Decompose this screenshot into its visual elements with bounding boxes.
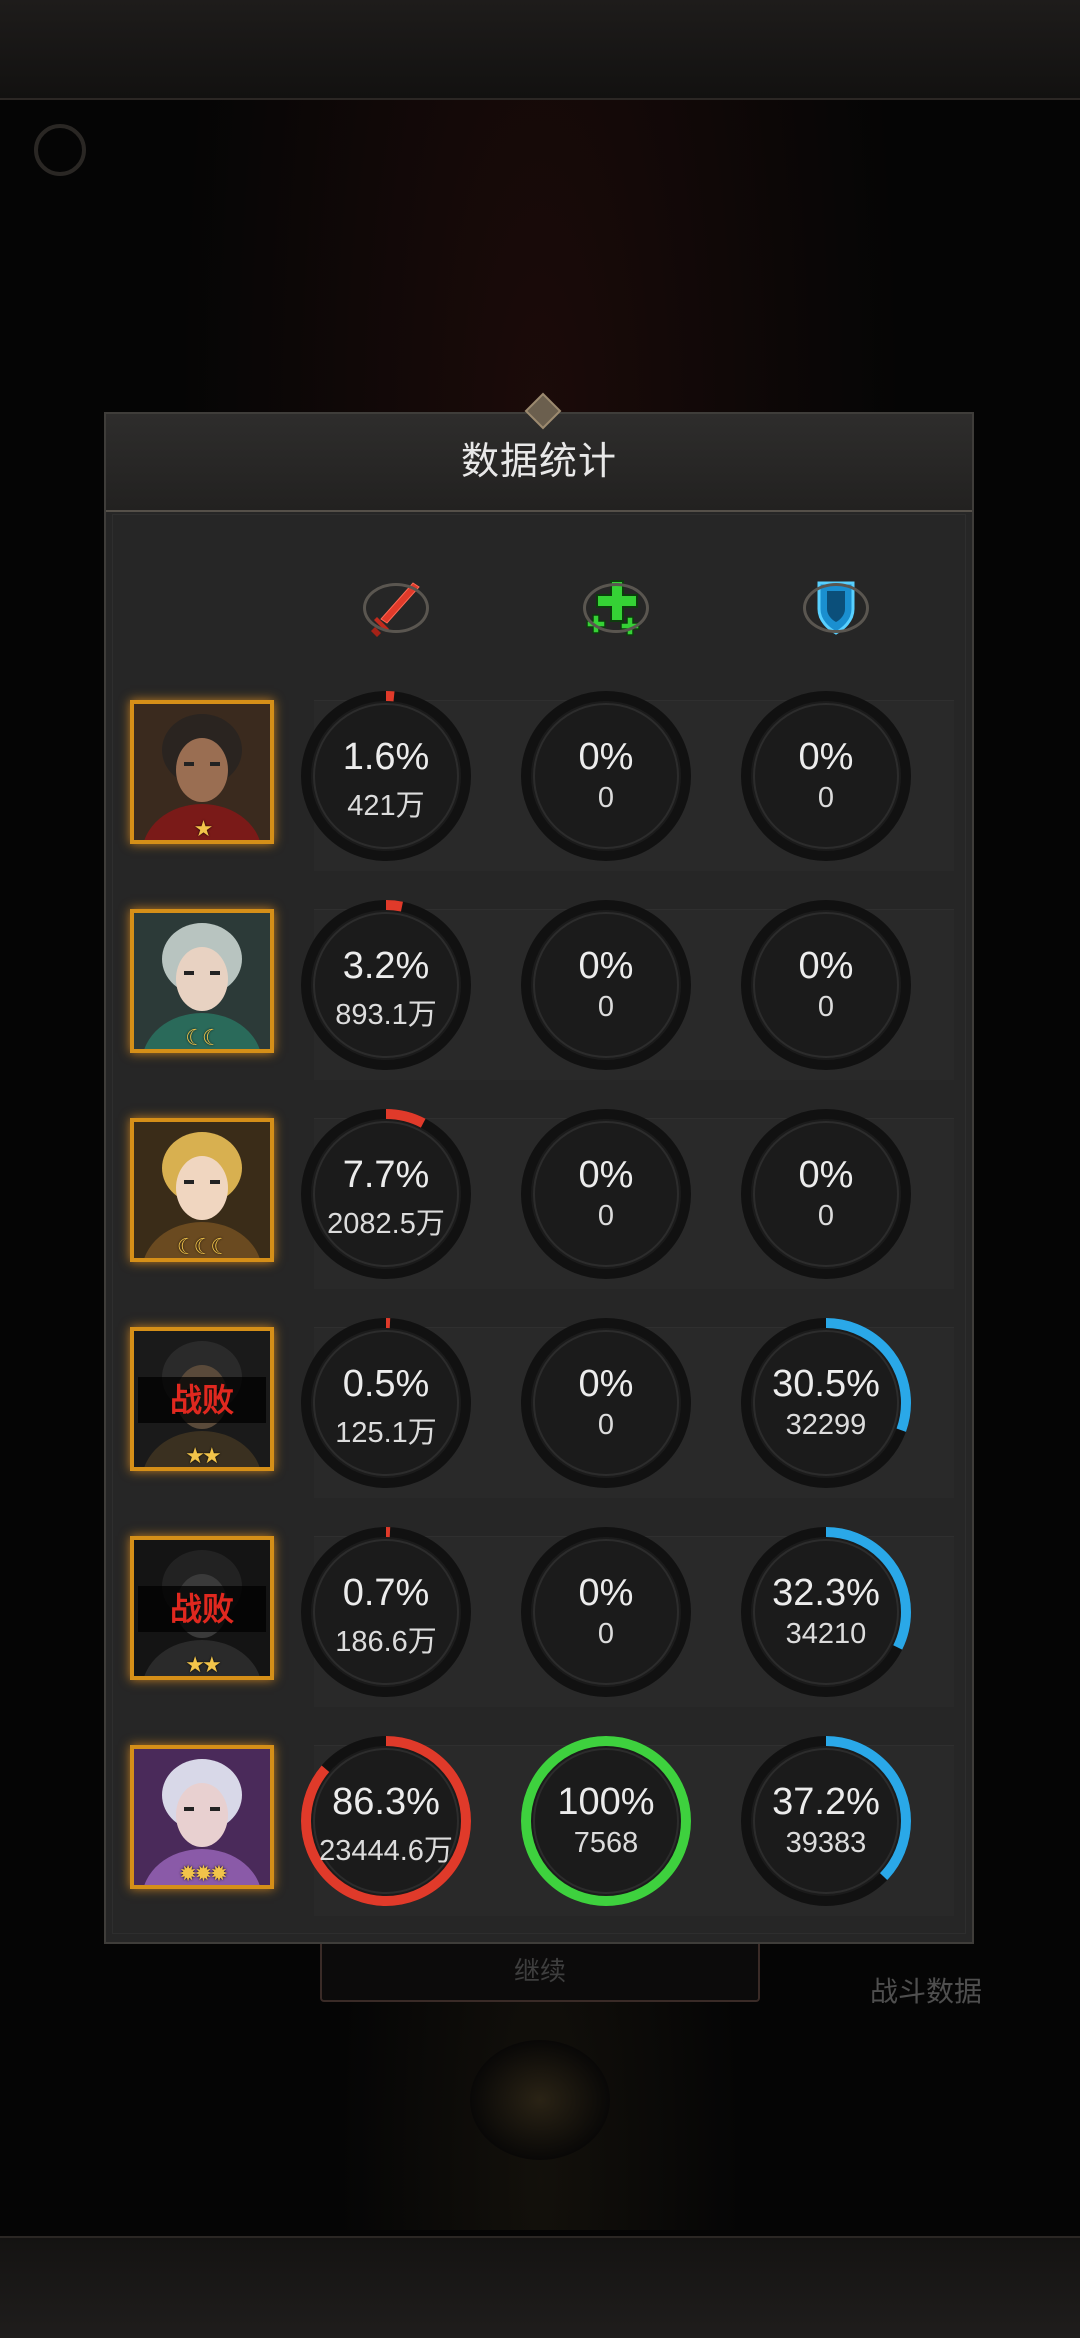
damage-gauge: 7.7% 2082.5万 <box>298 1106 474 1282</box>
hero-avatar[interactable]: ★ <box>130 700 274 844</box>
gauge-percent: 0% <box>578 945 634 987</box>
background-continue-button: 继续 <box>320 1940 760 2002</box>
bottom-ornament-bar <box>0 2236 1080 2338</box>
gauge-percent: 86.3% <box>332 1781 440 1823</box>
hero-row: ★ 1.6% 421万 0% 0 0% 0 <box>104 691 974 890</box>
gauge-value: 32299 <box>785 1409 867 1441</box>
damage-gauge: 0.7% 186.6万 <box>298 1524 474 1700</box>
star-rank-icon: ★★ <box>185 1652 221 1677</box>
hero-avatar[interactable]: ☾☾☾ <box>130 1118 274 1262</box>
gauge-percent: 1.6% <box>342 736 430 778</box>
gauge-value: 893.1万 <box>335 999 437 1031</box>
gauge-value: 7568 <box>573 1827 639 1859</box>
gauge-value: 2082.5万 <box>327 1208 445 1240</box>
tank-gauge: 0% 0 <box>738 897 914 1073</box>
gauge-percent: 7.7% <box>342 1154 430 1196</box>
gauge-value: 421万 <box>347 790 425 822</box>
gauge-value: 0 <box>817 991 835 1023</box>
gauge-value: 125.1万 <box>335 1417 437 1449</box>
hero-avatar[interactable]: ✹✹✹ <box>130 1745 274 1889</box>
star-rank-icon: ☾☾ <box>185 1025 221 1050</box>
gauge-percent: 0.5% <box>342 1363 430 1405</box>
gauge-percent: 0% <box>578 736 634 778</box>
gauge-value: 0 <box>817 1200 835 1232</box>
damage-gauge: 3.2% 893.1万 <box>298 897 474 1073</box>
damage-gauge: 86.3% 23444.6万 <box>298 1733 474 1909</box>
gauge-percent: 30.5% <box>772 1363 880 1405</box>
gauge-percent: 32.3% <box>772 1572 880 1614</box>
heal-gauge: 0% 0 <box>518 688 694 864</box>
gauge-percent: 3.2% <box>342 945 430 987</box>
background-settings-icon <box>34 124 86 176</box>
star-rank-icon: ★ <box>193 816 214 841</box>
gauge-value: 186.6万 <box>335 1626 437 1658</box>
gauge-value: 0 <box>597 1618 615 1650</box>
panel-title: 数据统计 <box>460 441 617 483</box>
tank-gauge: 0% 0 <box>738 688 914 864</box>
gauge-value: 34210 <box>785 1618 867 1650</box>
gauge-percent: 0% <box>798 945 854 987</box>
gauge-percent: 0% <box>798 1154 854 1196</box>
hero-row: 战败 ★★ 0.7% 186.6万 0% 0 32.3% 34210 <box>104 1527 974 1726</box>
tank-gauge: 37.2% 39383 <box>738 1733 914 1909</box>
gauge-percent: 0% <box>578 1572 634 1614</box>
hero-row: ☾☾☾ 7.7% 2082.5万 0% 0 0% 0 <box>104 1109 974 1308</box>
heal-plus-icon <box>576 568 656 648</box>
gauge-value: 0 <box>597 782 615 814</box>
gauge-value: 0 <box>597 1200 615 1232</box>
heal-gauge: 100% 7568 <box>518 1733 694 1909</box>
gauge-percent: 0.7% <box>342 1572 430 1614</box>
damage-gauge: 1.6% 421万 <box>298 688 474 864</box>
background-battle-data-label: 战斗数据 <box>870 1976 983 2007</box>
gauge-percent: 37.2% <box>772 1781 880 1823</box>
hero-avatar[interactable]: 战败 ★★ <box>130 1536 274 1680</box>
gauge-percent: 100% <box>557 1781 655 1823</box>
tank-gauge: 0% 0 <box>738 1106 914 1282</box>
gauge-value: 0 <box>817 782 835 814</box>
hero-row: ✹✹✹ 86.3% 23444.6万 100% 7568 37.2% 39383 <box>104 1736 974 1935</box>
gauge-value: 39383 <box>785 1827 867 1859</box>
gauge-value: 0 <box>597 991 615 1023</box>
gauge-percent: 0% <box>578 1154 634 1196</box>
tank-gauge: 32.3% 34210 <box>738 1524 914 1700</box>
hero-avatar[interactable]: 战败 ★★ <box>130 1327 274 1471</box>
gauge-value: 0 <box>597 1409 615 1441</box>
star-rank-icon: ☾☾☾ <box>176 1234 230 1259</box>
heal-gauge: 0% 0 <box>518 1106 694 1282</box>
hero-row: 战败 ★★ 0.5% 125.1万 0% 0 30.5% 32299 <box>104 1318 974 1517</box>
top-ornament-bar <box>0 0 1080 100</box>
heal-gauge: 0% 0 <box>518 1315 694 1491</box>
hero-avatar[interactable]: ☾☾ <box>130 909 274 1053</box>
heal-gauge: 0% 0 <box>518 897 694 1073</box>
gauge-percent: 0% <box>578 1363 634 1405</box>
panel-header: 数据统计 <box>106 414 972 512</box>
heal-gauge: 0% 0 <box>518 1524 694 1700</box>
gauge-value: 23444.6万 <box>319 1835 453 1867</box>
defeat-label: 战败 <box>138 1377 266 1423</box>
shield-icon <box>796 568 876 648</box>
star-rank-icon: ✹✹✹ <box>178 1861 228 1886</box>
defeat-label: 战败 <box>138 1586 266 1632</box>
tank-gauge: 30.5% 32299 <box>738 1315 914 1491</box>
hero-row: ☾☾ 3.2% 893.1万 0% 0 0% 0 <box>104 900 974 1099</box>
star-rank-icon: ★★ <box>185 1443 221 1468</box>
gauge-percent: 0% <box>798 736 854 778</box>
background-medal <box>470 2040 610 2160</box>
damage-sword-icon <box>356 568 436 648</box>
damage-gauge: 0.5% 125.1万 <box>298 1315 474 1491</box>
